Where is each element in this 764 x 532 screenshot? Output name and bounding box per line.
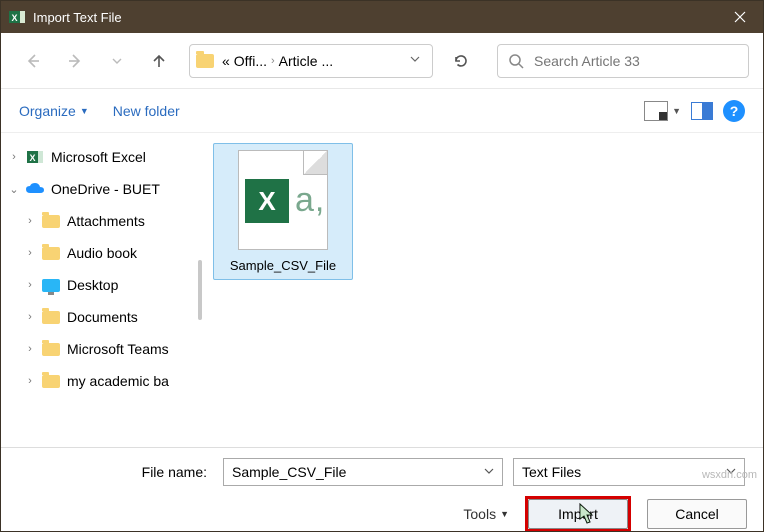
chevron-right-icon[interactable]: › bbox=[7, 151, 21, 163]
chevron-right-icon[interactable]: › bbox=[23, 311, 37, 323]
chevron-down-icon bbox=[410, 54, 420, 64]
search-input[interactable] bbox=[532, 52, 738, 70]
breadcrumb-prefix: « bbox=[222, 53, 230, 69]
tools-menu[interactable]: Tools ▼ bbox=[463, 506, 509, 522]
import-button-highlight: Import bbox=[525, 496, 631, 532]
breadcrumb-seg-2[interactable]: Article ... bbox=[279, 53, 333, 69]
organize-label: Organize bbox=[19, 103, 76, 119]
tree-label: Desktop bbox=[67, 277, 118, 293]
file-list-pane[interactable]: X a, Sample_CSV_File bbox=[203, 133, 763, 447]
refresh-icon bbox=[452, 52, 470, 70]
view-thumbnails-icon bbox=[644, 101, 668, 121]
file-thumbnail: X a, bbox=[238, 150, 328, 250]
preview-pane-button[interactable] bbox=[691, 102, 713, 120]
folder-icon bbox=[41, 211, 61, 231]
search-box[interactable] bbox=[497, 44, 749, 78]
chevron-down-icon: ▼ bbox=[672, 106, 681, 116]
nav-forward-button[interactable] bbox=[57, 43, 93, 79]
excel-app-icon: X bbox=[9, 9, 25, 25]
chevron-down-icon[interactable] bbox=[484, 466, 494, 479]
chevron-right-icon: › bbox=[271, 55, 275, 67]
splitter-grip-icon bbox=[198, 260, 202, 320]
import-text-file-dialog: X Import Text File « Offi... › bbox=[0, 0, 764, 532]
arrow-up-icon bbox=[150, 52, 168, 70]
chevron-right-icon[interactable]: › bbox=[23, 343, 37, 355]
titlebar: X Import Text File bbox=[1, 1, 763, 33]
svg-text:X: X bbox=[29, 153, 35, 163]
folder-icon bbox=[41, 371, 61, 391]
tree-item-excel[interactable]: › X Microsoft Excel bbox=[1, 141, 197, 173]
tree-item-audio-book[interactable]: › Audio book bbox=[1, 237, 197, 269]
nav-back-button[interactable] bbox=[15, 43, 51, 79]
filename-value: Sample_CSV_File bbox=[232, 464, 346, 480]
chevron-down-icon: ▼ bbox=[80, 106, 89, 116]
filter-value: Text Files bbox=[522, 464, 581, 480]
monitor-icon bbox=[41, 275, 61, 295]
chevron-down-icon[interactable]: ⌄ bbox=[7, 183, 21, 196]
body-area: › X Microsoft Excel ⌄ OneDrive - BUET › … bbox=[1, 133, 763, 447]
navigation-bar: « Offi... › Article ... bbox=[1, 33, 763, 89]
bottom-panel: File name: Sample_CSV_File Text Files To… bbox=[1, 447, 763, 532]
window-title: Import Text File bbox=[33, 10, 717, 25]
file-label: Sample_CSV_File bbox=[220, 258, 346, 273]
tree-item-onedrive[interactable]: ⌄ OneDrive - BUET bbox=[1, 173, 197, 205]
excel-icon: X bbox=[25, 147, 45, 167]
chevron-right-icon[interactable]: › bbox=[23, 247, 37, 259]
tree-label: Audio book bbox=[67, 245, 137, 261]
nav-recent-dropdown[interactable] bbox=[99, 43, 135, 79]
address-breadcrumb[interactable]: « Offi... › Article ... bbox=[189, 44, 433, 78]
file-item-sample-csv[interactable]: X a, Sample_CSV_File bbox=[213, 143, 353, 280]
tree-item-documents[interactable]: › Documents bbox=[1, 301, 197, 333]
tree-item-desktop[interactable]: › Desktop bbox=[1, 269, 197, 301]
tree-label: Attachments bbox=[67, 213, 145, 229]
cancel-button[interactable]: Cancel bbox=[647, 499, 747, 529]
tree-label: Documents bbox=[67, 309, 138, 325]
folder-icon bbox=[196, 54, 214, 68]
watermark: wsxdn.com bbox=[702, 469, 757, 481]
csv-hint-icon: a, bbox=[295, 181, 325, 220]
chevron-down-icon bbox=[111, 55, 123, 67]
tools-label: Tools bbox=[463, 506, 496, 522]
tree-label: OneDrive - BUET bbox=[51, 181, 160, 197]
tree-label: my academic ba bbox=[67, 373, 169, 389]
onedrive-icon bbox=[25, 179, 45, 199]
arrow-right-icon bbox=[66, 52, 84, 70]
filename-combo[interactable]: Sample_CSV_File bbox=[223, 458, 503, 486]
import-label: Import bbox=[558, 506, 598, 522]
view-mode-button[interactable]: ▼ bbox=[644, 101, 681, 121]
chevron-right-icon[interactable]: › bbox=[23, 215, 37, 227]
breadcrumb-seg-1[interactable]: Offi... bbox=[234, 53, 267, 69]
breadcrumb-dropdown[interactable] bbox=[404, 54, 426, 67]
excel-badge-icon: X bbox=[245, 179, 289, 223]
navigation-tree[interactable]: › X Microsoft Excel ⌄ OneDrive - BUET › … bbox=[1, 133, 197, 447]
chevron-down-icon: ▼ bbox=[500, 509, 509, 519]
chevron-right-icon[interactable]: › bbox=[23, 279, 37, 291]
new-folder-button[interactable]: New folder bbox=[113, 103, 180, 119]
close-button[interactable] bbox=[717, 1, 763, 33]
search-icon bbox=[508, 53, 524, 69]
import-button[interactable]: Import bbox=[528, 499, 628, 529]
help-button[interactable]: ? bbox=[723, 100, 745, 122]
new-folder-label: New folder bbox=[113, 103, 180, 119]
folder-icon bbox=[41, 307, 61, 327]
filename-label: File name: bbox=[17, 464, 213, 480]
tree-item-attachments[interactable]: › Attachments bbox=[1, 205, 197, 237]
toolbar: Organize ▼ New folder ▼ ? bbox=[1, 89, 763, 133]
refresh-button[interactable] bbox=[443, 44, 479, 78]
cancel-label: Cancel bbox=[675, 506, 719, 522]
tree-label: Microsoft Teams bbox=[67, 341, 169, 357]
folder-icon bbox=[41, 339, 61, 359]
organize-menu[interactable]: Organize ▼ bbox=[19, 103, 89, 119]
folder-icon bbox=[41, 243, 61, 263]
svg-text:X: X bbox=[11, 13, 17, 23]
chevron-right-icon[interactable]: › bbox=[23, 375, 37, 387]
nav-up-button[interactable] bbox=[141, 43, 177, 79]
tree-item-ms-teams[interactable]: › Microsoft Teams bbox=[1, 333, 197, 365]
close-icon bbox=[734, 11, 746, 23]
tree-item-academic[interactable]: › my academic ba bbox=[1, 365, 197, 397]
arrow-left-icon bbox=[24, 52, 42, 70]
tree-label: Microsoft Excel bbox=[51, 149, 146, 165]
